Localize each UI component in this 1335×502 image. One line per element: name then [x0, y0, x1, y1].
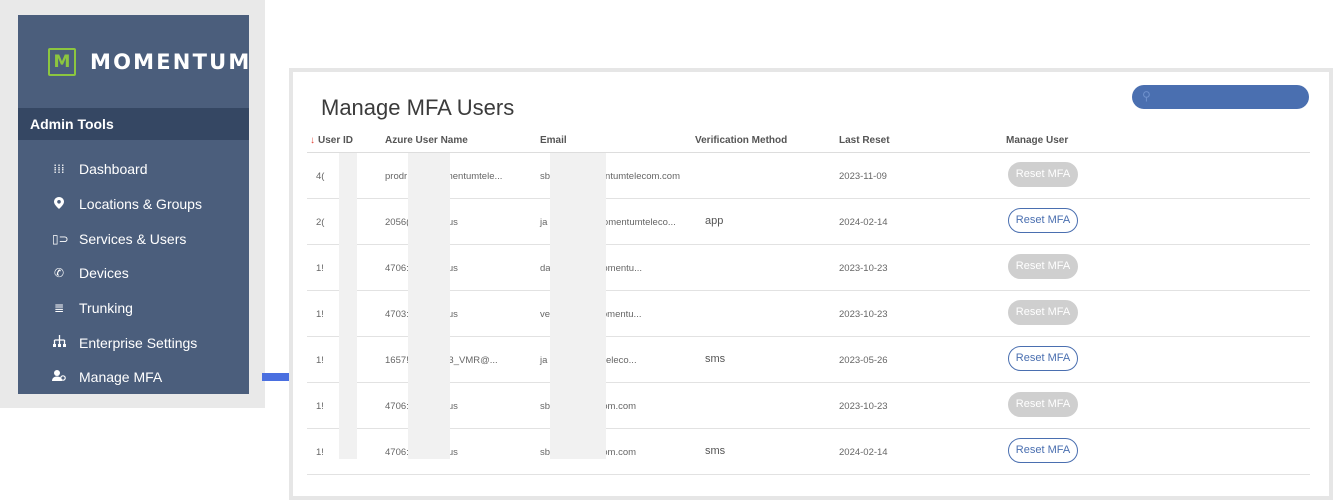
column-header-verification-method[interactable]: Verification Method	[695, 135, 787, 146]
redaction-block	[550, 153, 606, 459]
cell-last-reset: 2023-05-26	[839, 355, 888, 366]
table-row: 1!371657!030643_VMR@...jamentumteleco...…	[307, 337, 1310, 383]
sidebar-item-trunking[interactable]: ≣ Trunking	[18, 291, 249, 326]
table-row: 2(072056(ymtm.usjaerry@momentumteleco...…	[307, 199, 1310, 245]
column-label: User ID	[318, 135, 354, 146]
column-header-azure-user-name[interactable]: Azure User Name	[385, 135, 468, 146]
admin-tools-header: Admin Tools	[18, 108, 249, 140]
cell-id-a: 1!	[316, 355, 324, 366]
cell-last-reset: 2023-11-09	[839, 171, 887, 182]
cell-name-a: 1657!	[385, 355, 409, 366]
sort-arrow-icon: ↓	[310, 135, 315, 146]
reset-mfa-button[interactable]: Reset MFA	[1008, 162, 1078, 187]
cell-id-a: 1!	[316, 401, 324, 412]
sidebar: M MOMENTUM Admin Tools ⁞⁞⁞ Dashboard Loc…	[18, 15, 249, 394]
search-icon: ⚲	[1142, 89, 1151, 103]
table-row: 1!224706:ymtm.ussbumtelecom.com2023-10-2…	[307, 383, 1310, 429]
cell-name-a: 4703:	[385, 309, 409, 320]
sidebar-item-enterprise-settings[interactable]: Enterprise Settings	[18, 325, 249, 360]
cell-last-reset: 2023-10-23	[839, 263, 888, 274]
cell-id-a: 4(	[316, 171, 325, 182]
page-title: Manage MFA Users	[321, 95, 515, 120]
cell-method: app	[705, 215, 724, 227]
users-icon	[52, 369, 66, 385]
column-header-user-id[interactable]: ↓ User ID	[310, 135, 353, 146]
sidebar-item-label: Enterprise Settings	[79, 334, 198, 351]
cell-email-a: sb	[540, 401, 551, 412]
reset-mfa-button[interactable]: Reset MFA	[1008, 346, 1078, 371]
column-header-last-reset[interactable]: Last Reset	[839, 135, 890, 146]
column-header-email[interactable]: Email	[540, 135, 567, 146]
cell-id-a: 1!	[316, 263, 324, 274]
table-row: 1!184706:ymtm.ussbumtelecom.comsms2024-0…	[307, 429, 1310, 475]
cell-email-a: ja	[540, 217, 548, 228]
cell-last-reset: 2023-10-23	[839, 401, 888, 412]
sidebar-item-label: Trunking	[79, 300, 133, 317]
trunking-icon: ≣	[53, 301, 65, 316]
org-chart-icon	[52, 335, 66, 350]
cell-id-a: 1!	[316, 447, 324, 458]
cell-email-a: ja	[540, 355, 548, 366]
cell-last-reset: 2023-10-23	[839, 309, 888, 320]
sidebar-item-dashboard[interactable]: ⁞⁞⁞ Dashboard	[18, 152, 249, 187]
table-row: 4(38prodr@momentumtele...sb@momentumtele…	[307, 153, 1310, 199]
sidebar-item-label: Manage MFA	[79, 369, 163, 386]
cell-name-a: 2056(	[385, 217, 410, 228]
sidebar-item-label: Devices	[79, 265, 129, 282]
sidebar-item-label: Locations & Groups	[79, 196, 202, 213]
table-header: ↓ User ID Azure User Name Email Verificat…	[307, 128, 1310, 153]
reset-mfa-button[interactable]: Reset MFA	[1008, 208, 1078, 233]
redaction-block	[408, 153, 450, 459]
sidebar-item-devices[interactable]: ✆ Devices	[18, 256, 249, 291]
cell-name-a: 4706:	[385, 401, 409, 412]
sidebar-item-manage-mfa[interactable]: Manage MFA	[18, 360, 249, 395]
reset-mfa-button[interactable]: Reset MFA	[1008, 300, 1078, 325]
cell-method: sms	[705, 445, 726, 457]
location-pin-icon	[52, 196, 66, 212]
cell-email-a: sb	[540, 447, 551, 458]
cell-id-a: 1!	[316, 309, 324, 320]
sidebar-item-locations-groups[interactable]: Locations & Groups	[18, 187, 249, 222]
cell-last-reset: 2024-02-14	[839, 217, 888, 228]
reset-mfa-button[interactable]: Reset MFA	[1008, 254, 1078, 279]
table-body: 4(38prodr@momentumtele...sb@momentumtele…	[307, 153, 1310, 475]
sidebar-item-label: Dashboard	[79, 161, 148, 178]
sidebar-item-label: Services & Users	[79, 230, 187, 247]
cell-name-a: prodr	[385, 171, 408, 182]
cell-email-a: ve	[540, 309, 551, 320]
services-icon: ▯⊃	[52, 231, 69, 246]
momentum-logo-icon: M	[48, 48, 76, 76]
mfa-users-table: ↓ User ID Azure User Name Email Verificat…	[307, 128, 1310, 475]
cell-last-reset: 2024-02-14	[839, 447, 888, 458]
cell-name-a: 4706:	[385, 263, 409, 274]
reset-mfa-button[interactable]: Reset MFA	[1008, 392, 1078, 417]
reset-mfa-button[interactable]: Reset MFA	[1008, 438, 1078, 463]
table-row: 1!384703:ymtm.usveetty@momentu...2023-10…	[307, 291, 1310, 337]
grid-icon: ⁞⁞⁞	[53, 162, 65, 177]
sidebar-menu: ⁞⁞⁞ Dashboard Locations & Groups ▯⊃ Serv…	[18, 152, 249, 395]
search-input[interactable]: ⚲	[1132, 85, 1309, 109]
column-header-manage-user: Manage User	[1006, 135, 1069, 146]
table-row: 1!404706:ymtm.usdari@gomomentu...2023-10…	[307, 245, 1310, 291]
phone-icon: ✆	[53, 266, 65, 281]
cell-id-a: 2(	[316, 217, 325, 228]
sidebar-item-services-users[interactable]: ▯⊃ Services & Users	[18, 221, 249, 256]
redaction-block	[339, 153, 357, 459]
logo-text: MOMENTUM	[90, 50, 252, 74]
cell-email-a: da	[540, 263, 551, 274]
cell-method: sms	[705, 353, 726, 365]
cell-email-a: sb	[540, 171, 551, 182]
cell-name-a: 4706:	[385, 447, 409, 458]
logo[interactable]: M MOMENTUM	[48, 45, 251, 79]
